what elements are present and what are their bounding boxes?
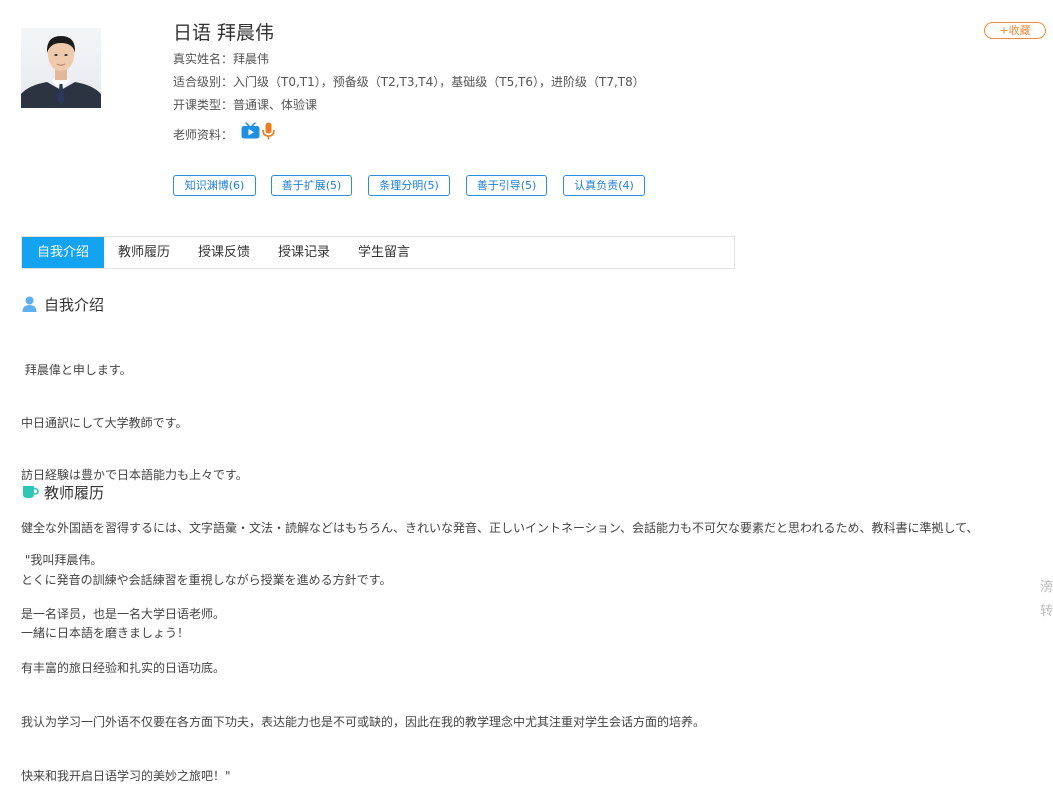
person-icon <box>22 296 37 316</box>
cup-icon <box>22 484 39 503</box>
tab-self-intro[interactable]: 自我介绍 <box>22 237 104 268</box>
tab-student-messages[interactable]: 学生留言 <box>344 237 424 268</box>
resume-line: 快来和我开启日语学习的美妙之旅吧！" <box>21 769 231 783</box>
suitable-levels: 适合级别：入门级（T0,T1），预备级（T2,T3,T4），基础级（T5,T6）… <box>173 75 645 89</box>
resume-line: 是一名译员，也是一名大学日语老师。 <box>21 607 226 621</box>
floating-widget-char[interactable]: 滂 <box>1040 576 1053 595</box>
video-icon[interactable] <box>241 122 260 143</box>
materials-label: 老师资料： <box>173 128 234 142</box>
teacher-avatar <box>21 28 101 108</box>
tag-knowledgeable: 知识渊博(6) <box>173 175 256 196</box>
tab-teaching-records[interactable]: 授课记录 <box>264 237 344 268</box>
intro-line: 拜晨偉と申します。 <box>21 363 132 377</box>
real-name: 真实姓名：拜晨伟 <box>173 52 270 66</box>
resume-section-title: 教师履历 <box>44 484 105 502</box>
profile-tabs: 自我介绍 教师履历 授课反馈 授课记录 学生留言 <box>21 236 735 269</box>
teacher-name: 日语 拜晨伟 <box>173 22 275 44</box>
microphone-icon[interactable] <box>262 122 275 144</box>
tab-teacher-resume[interactable]: 教师履历 <box>104 237 184 268</box>
intro-line: 中日通訳にして大学教師です。 <box>21 415 188 430</box>
resume-line: 我认为学习一门外语不仅要在各方面下功夫，表达能力也是不可或缺的，因此在我的教学理… <box>21 715 706 729</box>
tag-well-organized: 条理分明(5) <box>368 175 450 196</box>
intro-section-title: 自我介绍 <box>44 296 105 314</box>
resume-line: 有丰富的旅日经验和扎实的日语功底。 <box>21 661 226 675</box>
floating-widget-char[interactable]: 转 <box>1040 600 1053 619</box>
resume-text: "我叫拜晨伟。 是一名译员，也是一名大学日语老师。 有丰富的旅日经验和扎实的日语… <box>21 515 705 803</box>
tag-responsible: 认真负责(4) <box>563 175 645 196</box>
tag-good-at-expanding: 善于扩展(5) <box>271 175 352 196</box>
intro-line: 訪日経験は豊かで日本語能力も上々です。 <box>21 468 248 482</box>
tag-good-at-guiding: 善于引导(5) <box>466 175 547 196</box>
resume-line: "我叫拜晨伟。 <box>21 553 103 567</box>
course-types: 开课类型：普通课、体验课 <box>173 98 318 112</box>
favorite-button[interactable]: +收藏 <box>984 22 1046 39</box>
tab-teaching-feedback[interactable]: 授课反馈 <box>184 237 264 268</box>
